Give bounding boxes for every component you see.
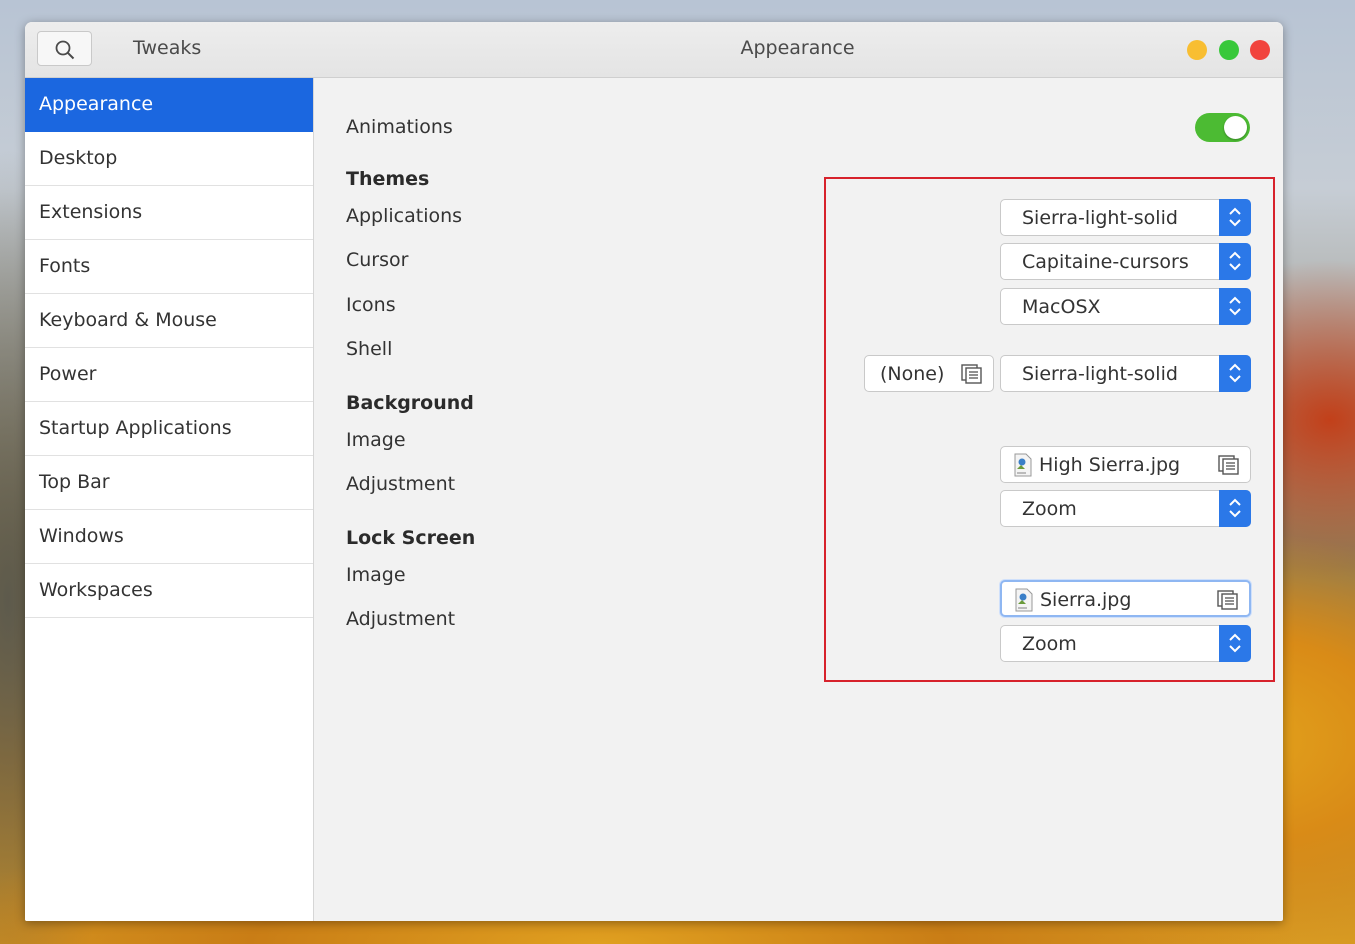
background-image-chooser[interactable]: High Sierra.jpg <box>1000 446 1251 483</box>
image-file-icon <box>1014 453 1032 477</box>
close-button[interactable] <box>1250 40 1270 60</box>
cursor-label: Cursor <box>346 249 409 271</box>
tweaks-window: Tweaks Appearance Appearance Desktop Ext… <box>25 22 1283 921</box>
cursor-theme-combo[interactable]: Capitaine-cursors <box>1000 243 1251 280</box>
up-down-chevron-icon <box>1229 296 1241 316</box>
sidebar-item-workspaces[interactable]: Workspaces <box>25 564 313 618</box>
applications-theme-value: Sierra-light-solid <box>1022 207 1178 229</box>
lock-screen-image-chooser[interactable]: Sierra.jpg <box>1000 580 1251 617</box>
sidebar-item-appearance[interactable]: Appearance <box>25 78 313 132</box>
sidebar-item-startup-applications[interactable]: Startup Applications <box>25 402 313 456</box>
combo-arrow <box>1219 625 1251 662</box>
up-down-chevron-icon <box>1229 207 1241 227</box>
maximize-button[interactable] <box>1219 40 1239 60</box>
lock-screen-adjustment-value: Zoom <box>1022 633 1077 655</box>
background-header: Background <box>346 392 474 414</box>
up-down-chevron-icon <box>1229 633 1241 653</box>
lock-screen-adjustment-combo[interactable]: Zoom <box>1000 625 1251 662</box>
up-down-chevron-icon <box>1229 363 1241 383</box>
toggle-knob <box>1224 116 1247 139</box>
shell-theme-combo[interactable]: Sierra-light-solid <box>1000 355 1251 392</box>
search-icon <box>55 40 75 60</box>
applications-label: Applications <box>346 205 463 227</box>
shell-file-chooser[interactable]: (None) <box>864 355 994 392</box>
animations-toggle[interactable] <box>1195 113 1250 142</box>
sidebar-item-windows[interactable]: Windows <box>25 510 313 564</box>
combo-arrow <box>1219 243 1251 280</box>
window-title: Appearance <box>740 37 855 59</box>
sidebar-item-keyboard-mouse[interactable]: Keyboard & Mouse <box>25 294 313 348</box>
combo-arrow <box>1219 199 1251 236</box>
image-file-icon <box>1015 588 1033 612</box>
themes-header: Themes <box>346 168 430 190</box>
lock-screen-header: Lock Screen <box>346 527 476 549</box>
lock-screen-image-label: Image <box>346 564 406 586</box>
icons-theme-combo[interactable]: MacOSX <box>1000 288 1251 325</box>
minimize-button[interactable] <box>1187 40 1207 60</box>
document-open-icon <box>1217 590 1238 610</box>
up-down-chevron-icon <box>1229 251 1241 271</box>
animations-label: Animations <box>346 116 453 138</box>
sidebar-item-extensions[interactable]: Extensions <box>25 186 313 240</box>
document-open-icon <box>961 364 982 384</box>
combo-arrow <box>1219 355 1251 392</box>
background-adjustment-value: Zoom <box>1022 498 1077 520</box>
sidebar-item-power[interactable]: Power <box>25 348 313 402</box>
icons-label: Icons <box>346 294 396 316</box>
search-button[interactable] <box>37 31 92 66</box>
background-image-label: Image <box>346 429 406 451</box>
lock-screen-image-filename: Sierra.jpg <box>1040 589 1132 611</box>
sidebar-item-top-bar[interactable]: Top Bar <box>25 456 313 510</box>
up-down-chevron-icon <box>1229 498 1241 518</box>
document-open-icon <box>1218 455 1239 475</box>
background-adjustment-label: Adjustment <box>346 473 456 495</box>
applications-theme-combo[interactable]: Sierra-light-solid <box>1000 199 1251 236</box>
lock-screen-adjustment-label: Adjustment <box>346 608 456 630</box>
shell-theme-value: Sierra-light-solid <box>1022 363 1178 385</box>
sidebar: Appearance Desktop Extensions Fonts Keyb… <box>25 78 314 921</box>
shell-label: Shell <box>346 338 393 360</box>
background-image-filename: High Sierra.jpg <box>1039 454 1181 476</box>
shell-file-value: (None) <box>880 363 945 385</box>
combo-arrow <box>1219 288 1251 325</box>
combo-arrow <box>1219 490 1251 527</box>
sidebar-item-fonts[interactable]: Fonts <box>25 240 313 294</box>
settings-panel: Animations Themes Applications Sierra-li… <box>314 78 1283 921</box>
app-name: Tweaks <box>133 37 202 59</box>
cursor-theme-value: Capitaine-cursors <box>1022 251 1189 273</box>
title-bar: Tweaks Appearance <box>25 22 1283 78</box>
background-adjustment-combo[interactable]: Zoom <box>1000 490 1251 527</box>
sidebar-item-desktop[interactable]: Desktop <box>25 132 313 186</box>
icons-theme-value: MacOSX <box>1022 296 1101 318</box>
